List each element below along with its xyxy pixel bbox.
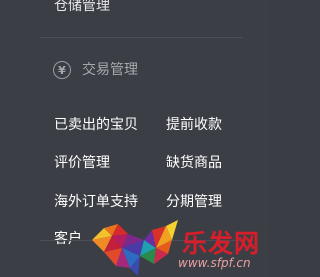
section-title: 交易管理 bbox=[82, 62, 138, 78]
menu-item-out-of-stock[interactable]: 缺货商品 bbox=[166, 153, 222, 173]
watermark-url: www.sfpf.cn bbox=[178, 256, 251, 270]
section-header-trade-management: ¥ 交易管理 bbox=[53, 60, 138, 80]
seller-menu-panel: 仓储管理 ¥ 交易管理 已卖出的宝贝 提前收款 评价管理 缺货商品 海外订单支持… bbox=[0, 0, 269, 277]
menu-item-sold-items[interactable]: 已卖出的宝贝 bbox=[54, 115, 138, 135]
bull-logo-icon bbox=[92, 220, 178, 276]
menu-item-customer[interactable]: 客户 bbox=[54, 229, 82, 249]
divider bbox=[40, 37, 243, 38]
menu-item-installment-management[interactable]: 分期管理 bbox=[166, 192, 222, 212]
menu-item-overseas-orders[interactable]: 海外订单支持 bbox=[54, 192, 138, 212]
menu-item-warehouse-management[interactable]: 仓储管理 bbox=[54, 0, 110, 16]
menu-item-early-payment[interactable]: 提前收款 bbox=[166, 115, 222, 135]
watermark-text: 乐发网 bbox=[182, 229, 261, 258]
yen-icon: ¥ bbox=[53, 61, 71, 79]
menu-item-review-management[interactable]: 评价管理 bbox=[54, 153, 110, 173]
watermark-logo: 乐发网 www.sfpf.cn bbox=[82, 218, 269, 277]
